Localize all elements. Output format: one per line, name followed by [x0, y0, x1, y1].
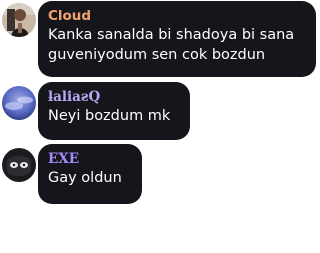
message-line: Kanka sanalda bi shadoya bi sana — [48, 27, 295, 43]
message-line: guveniyodum sen cok bozdun — [48, 47, 266, 63]
author-name[interactable]: EXE — [48, 150, 132, 168]
message-line: Gay oldun — [48, 170, 122, 186]
author-name[interactable]: ƚaliaƨQ — [48, 88, 180, 106]
cloudy-sky-avatar-icon — [2, 86, 36, 120]
message-line: Neyi bozdum mk — [48, 108, 171, 124]
message-bubble: ƚaliaƨQ Neyi bozdum mk — [38, 82, 190, 140]
message-cloud: Cloud Kanka sanalda bi shadoya bi sana g… — [0, 0, 320, 80]
message-taliasq: ƚaliaƨQ Neyi bozdum mk — [0, 80, 320, 142]
author-name[interactable]: Cloud — [48, 7, 306, 25]
masked-character-avatar-icon — [2, 148, 36, 182]
person-avatar-icon — [2, 3, 36, 37]
avatar[interactable] — [2, 86, 36, 120]
message-bubble: EXE Gay oldun — [38, 144, 142, 204]
avatar[interactable] — [2, 148, 36, 182]
chat-container: Cloud Kanka sanalda bi shadoya bi sana g… — [0, 0, 320, 253]
message-bubble: Cloud Kanka sanalda bi shadoya bi sana g… — [38, 1, 316, 77]
message-exe: EXE Gay oldun — [0, 142, 320, 204]
avatar[interactable] — [2, 3, 36, 37]
